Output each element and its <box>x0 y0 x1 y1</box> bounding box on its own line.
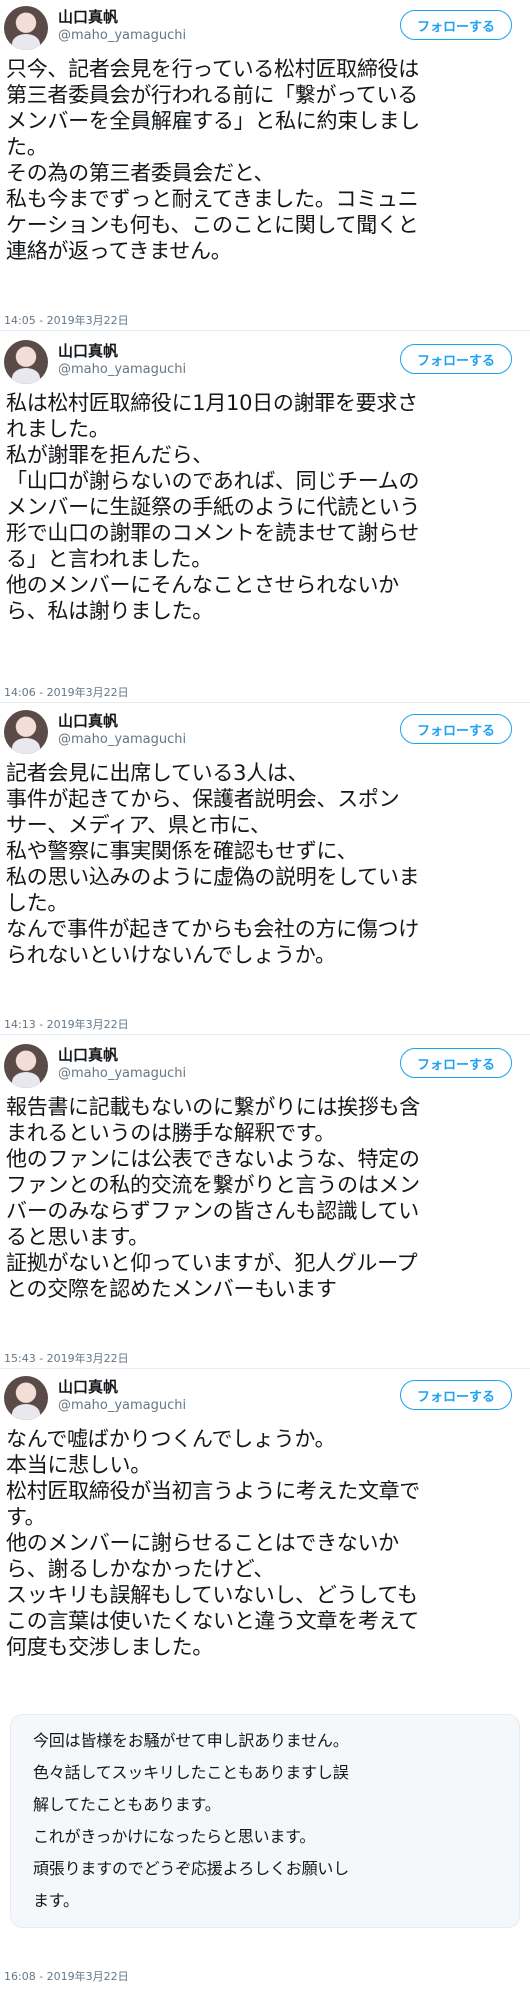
tweet-line: メンバーを全員解雇する」と私に約束しまし <box>6 109 420 133</box>
quote-line: これがきっかけになったらと思います。 <box>33 1827 316 1846</box>
tweet-text: 只今、記者会見を行っている松村匠取締役は 第三者委員会が行われる前に「繋がってい… <box>0 56 530 264</box>
tweet-line: 他のメンバーにそんなことさせられないか <box>6 573 399 597</box>
user-handle[interactable]: @maho_yamaguchi <box>58 1066 186 1081</box>
avatar[interactable] <box>4 1376 48 1420</box>
tweet-line: 報告書に記載もないのに繋がりには挨拶も含 <box>6 1095 420 1119</box>
tweet-line: 只今、記者会見を行っている松村匠取締役は <box>6 57 419 81</box>
tweet-line: ら、謝るしかなかったけど、 <box>6 1557 275 1581</box>
avatar[interactable] <box>4 1044 48 1088</box>
tweet-line: 私や警察に事実関係を確認もせずに、 <box>6 839 358 863</box>
quote-line: 今回は皆様をお騒がせて申し訳ありません。 <box>33 1731 349 1750</box>
tweet-4: 山口真帆 @maho_yamaguchi フォローする 報告書に記載もないのに繋… <box>0 1038 530 1302</box>
tweet-line: た。 <box>6 135 48 159</box>
user-name[interactable]: 山口真帆 <box>58 6 118 27</box>
avatar[interactable] <box>4 710 48 754</box>
tweet-line: れました。 <box>6 417 110 441</box>
tweet-line: 私も今までずっと耐えてきました。コミュニ <box>6 187 419 211</box>
tweet-line: 本当に悲しい。 <box>6 1453 151 1477</box>
tweet-line: 私は松村匠取締役に1月10日の謝罪を要求さ <box>6 391 418 415</box>
user-handle[interactable]: @maho_yamaguchi <box>58 362 186 377</box>
tweet-line: 松村匠取締役が当初言うように考えた文章で <box>6 1479 420 1503</box>
divider <box>0 1034 530 1035</box>
tweet-text: 私は松村匠取締役に1月10日の謝罪を要求さ れました。 私が謝罪を拒んだら、 「… <box>0 390 530 624</box>
tweet-line: られないといけないんでしょうか。 <box>6 943 336 967</box>
tweet-timestamp[interactable]: 14:05 - 2019年3月22日 <box>4 312 129 328</box>
tweet-line: サー、メディア、県と市に、 <box>6 813 271 837</box>
tweet-text: 記者会見に出席している3人は、 事件が起きてから、保護者説明会、スポン サー、メ… <box>0 760 530 968</box>
tweet-line: バーのみならずファンの皆さんも認識してい <box>6 1199 419 1223</box>
tweet-text: 報告書に記載もないのに繋がりには挨拶も含 まれるというのは勝手な解釈です。 他の… <box>0 1094 530 1302</box>
follow-button[interactable]: フォローする <box>400 10 512 40</box>
tweet-timestamp[interactable]: 14:13 - 2019年3月22日 <box>4 1016 129 1032</box>
tweet-3: 山口真帆 @maho_yamaguchi フォローする 記者会見に出席している3… <box>0 704 530 968</box>
avatar[interactable] <box>4 6 48 50</box>
tweet-line: ら、私は謝りました。 <box>6 599 213 623</box>
divider <box>0 330 530 331</box>
tweet-line: メンバーに生誕祭の手紙のように代読という <box>6 495 420 519</box>
tweet-header: 山口真帆 @maho_yamaguchi フォローする <box>0 334 530 390</box>
tweet-line: その為の第三者委員会だと、 <box>6 161 275 185</box>
tweet-line: ケーションも何も、このことに関して聞くと <box>6 213 419 237</box>
tweet-line: 私が謝罪を拒んだら、 <box>6 443 213 467</box>
tweet-header: 山口真帆 @maho_yamaguchi フォローする <box>0 704 530 760</box>
tweet-2: 山口真帆 @maho_yamaguchi フォローする 私は松村匠取締役に1月1… <box>0 334 530 624</box>
tweet-line: との交際を認めたメンバーもいます <box>6 1277 337 1301</box>
follow-button[interactable]: フォローする <box>400 1380 512 1410</box>
user-name[interactable]: 山口真帆 <box>58 1044 118 1065</box>
tweet-line: 証拠がないと仰っていますが、犯人グループ <box>6 1251 418 1275</box>
quote-line: 色々話してスッキリしたこともありますし誤 <box>33 1763 349 1782</box>
tweet-timestamp[interactable]: 16:08 - 2019年3月22日 <box>4 1968 129 1984</box>
follow-button[interactable]: フォローする <box>400 344 512 374</box>
user-name[interactable]: 山口真帆 <box>58 1376 118 1397</box>
quote-line: 解してたこともあります。 <box>33 1795 221 1814</box>
tweet-line: なんで事件が起きてからも会社の方に傷つけ <box>6 917 419 941</box>
tweet-line: ると思います。 <box>6 1225 149 1249</box>
follow-button[interactable]: フォローする <box>400 1048 512 1078</box>
divider <box>0 1368 530 1369</box>
user-name[interactable]: 山口真帆 <box>58 710 118 731</box>
quote-line: 頑張りますのでどうぞ応援よろしくお願いし <box>33 1859 350 1878</box>
tweet-line: ファンとの私的交流を繋がりと言うのはメン <box>6 1173 420 1197</box>
tweet-line: 連絡が返ってきません。 <box>6 239 232 263</box>
tweet-timestamp[interactable]: 15:43 - 2019年3月22日 <box>4 1350 129 1366</box>
tweet-header: 山口真帆 @maho_yamaguchi フォローする <box>0 1370 530 1426</box>
tweet-line: 他のメンバーに謝らせることはできないか <box>6 1531 399 1555</box>
tweet-timestamp[interactable]: 14:06 - 2019年3月22日 <box>4 684 129 700</box>
user-name[interactable]: 山口真帆 <box>58 340 118 361</box>
tweet-text: なんで嘘ばかりつくんでしょうか。 本当に悲しい。 松村匠取締役が当初言うように考… <box>0 1426 530 1660</box>
divider <box>0 702 530 703</box>
tweet-line: まれるというのは勝手な解釈です。 <box>6 1121 336 1145</box>
tweet-line: る」と言われました。 <box>6 547 212 571</box>
tweet-line: 何度も交渉しました。 <box>6 1635 213 1659</box>
tweet-line: した。 <box>6 891 69 915</box>
tweet-line: スッキリも誤解もしていないし、どうしても <box>6 1583 418 1607</box>
tweet-line: 記者会見に出席している3人は、 <box>6 761 309 785</box>
tweet-line: 「山口が謝らないのであれば、同じチームの <box>6 469 420 493</box>
user-handle[interactable]: @maho_yamaguchi <box>58 1398 186 1413</box>
tweet-line: 事件が起きてから、保護者説明会、スポン <box>6 787 400 811</box>
tweet-line: この言葉は使いたくないと違う文章を考えて <box>6 1609 419 1633</box>
quote-line: ます。 <box>33 1891 79 1910</box>
quoted-statement: 今回は皆様をお騒がせて申し訳ありません。 色々話してスッキリしたこともありますし… <box>10 1714 520 1928</box>
tweet-line: 形で山口の謝罪のコメントを読ませて謝らせ <box>6 521 419 545</box>
user-handle[interactable]: @maho_yamaguchi <box>58 732 186 747</box>
tweet-line: なんで嘘ばかりつくんでしょうか。 <box>6 1427 336 1451</box>
follow-button[interactable]: フォローする <box>400 714 512 744</box>
tweet-5: 山口真帆 @maho_yamaguchi フォローする なんで嘘ばかりつくんでし… <box>0 1370 530 1660</box>
tweet-line: 他のファンには公表できないような、特定の <box>6 1147 420 1171</box>
tweet-header: 山口真帆 @maho_yamaguchi フォローする <box>0 0 530 56</box>
tweet-line: 私の思い込みのように虚偽の説明をしていま <box>6 865 420 889</box>
tweet-line: す。 <box>6 1505 46 1529</box>
tweet-1: 山口真帆 @maho_yamaguchi フォローする 只今、記者会見を行ってい… <box>0 0 530 264</box>
avatar[interactable] <box>4 340 48 384</box>
tweet-header: 山口真帆 @maho_yamaguchi フォローする <box>0 1038 530 1094</box>
user-handle[interactable]: @maho_yamaguchi <box>58 28 186 43</box>
tweet-line: 第三者委員会が行われる前に「繋がっている <box>6 83 418 107</box>
